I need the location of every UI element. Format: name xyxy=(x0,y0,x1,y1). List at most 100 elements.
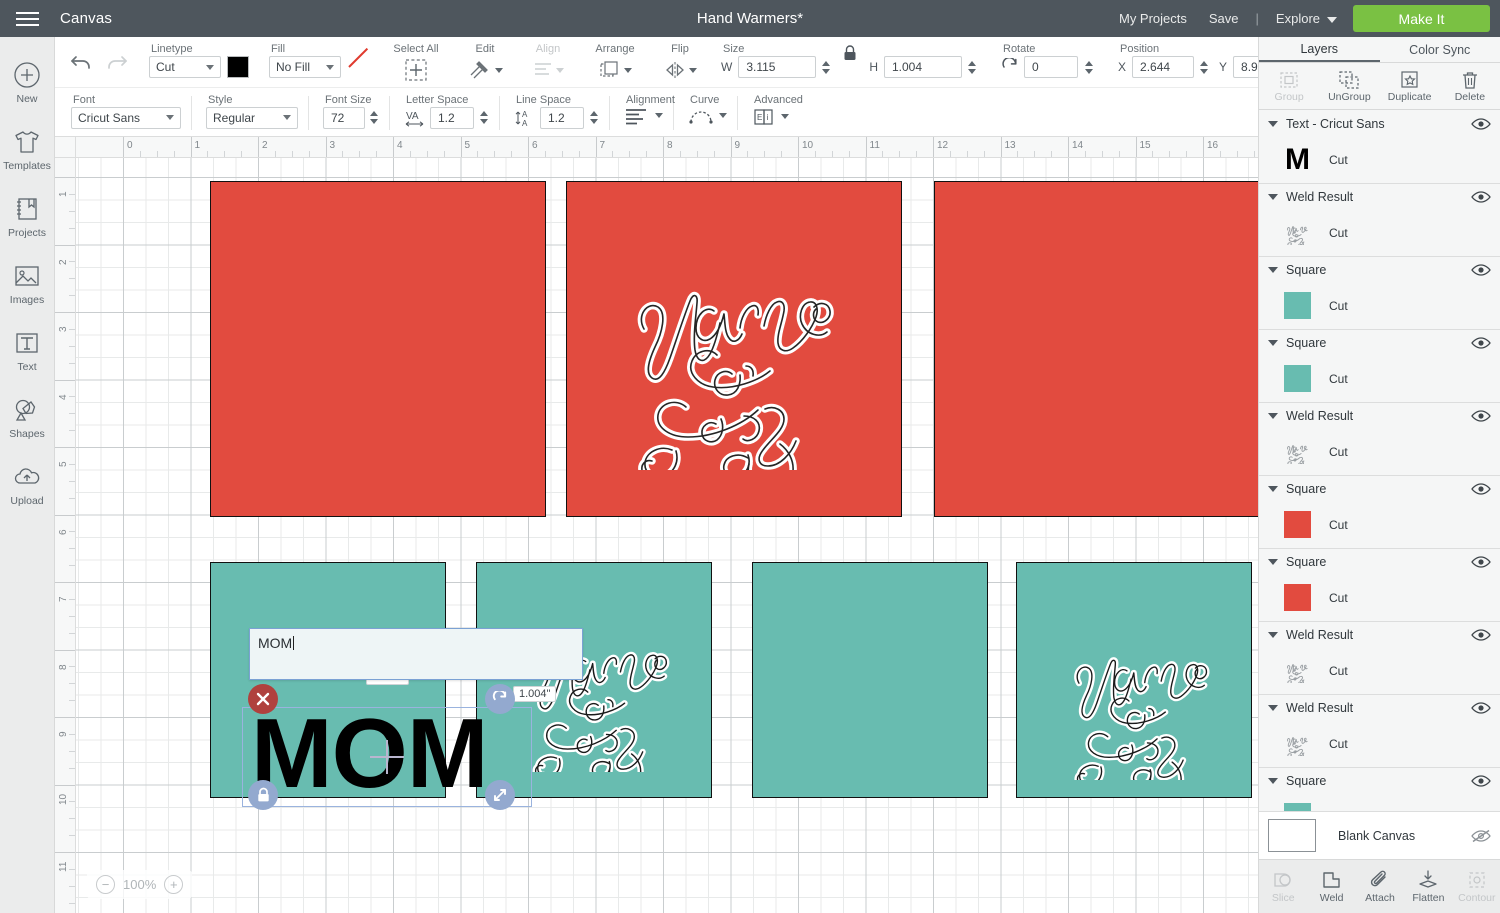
eye-visible-icon[interactable] xyxy=(1471,117,1491,131)
rotate-stepper[interactable] xyxy=(1083,60,1094,74)
text-edit-input[interactable]: MOM xyxy=(249,628,583,680)
rail-item-templates[interactable]: Templates xyxy=(0,116,55,183)
position-x-stepper[interactable] xyxy=(1198,60,1209,74)
layer-group[interactable]: Square Cut xyxy=(1259,330,1500,403)
font-size-stepper[interactable] xyxy=(368,111,379,124)
zoom-out-button[interactable]: − xyxy=(96,875,115,894)
layer-group[interactable]: Text - Cricut Sans M Cut xyxy=(1259,111,1500,184)
teal-square-3[interactable] xyxy=(752,562,988,798)
undo-icon[interactable] xyxy=(69,51,95,73)
arrange-button[interactable]: Arrange xyxy=(587,43,643,82)
ungroup-button[interactable]: UnGroup xyxy=(1319,63,1379,109)
flip-button[interactable]: Flip xyxy=(659,43,701,82)
layer-group[interactable]: Weld Result Cut xyxy=(1259,695,1500,768)
fill-select[interactable]: No Fill xyxy=(269,56,341,78)
weld-button[interactable]: Weld xyxy=(1307,860,1355,913)
blank-canvas-row[interactable]: Blank Canvas xyxy=(1259,811,1500,859)
line-space-input[interactable]: 1.2 xyxy=(540,106,584,129)
layer-row[interactable]: Cut xyxy=(1259,720,1500,767)
chevron-down-icon[interactable] xyxy=(1268,412,1278,419)
tab-layers[interactable]: Layers xyxy=(1259,37,1380,62)
layer-header[interactable]: Weld Result xyxy=(1259,695,1500,720)
layer-header[interactable]: Weld Result xyxy=(1259,403,1500,428)
font-size-input[interactable]: 72 xyxy=(323,106,365,129)
eye-visible-icon[interactable] xyxy=(1471,190,1491,204)
rotate-handle[interactable] xyxy=(485,684,515,714)
height-stepper[interactable] xyxy=(966,60,977,74)
red-square-1[interactable] xyxy=(210,181,546,517)
layer-header[interactable]: Square xyxy=(1259,549,1500,574)
eye-visible-icon[interactable] xyxy=(1471,482,1491,496)
red-square-3[interactable] xyxy=(934,181,1258,517)
group-button[interactable]: Group xyxy=(1259,63,1319,109)
chevron-down-icon[interactable] xyxy=(1268,558,1278,565)
delete-button[interactable]: Delete xyxy=(1440,63,1500,109)
height-input[interactable]: 1.004 xyxy=(884,56,962,78)
zoom-in-button[interactable]: + xyxy=(164,875,184,894)
layer-group[interactable]: Square Cut xyxy=(1259,257,1500,330)
layer-row[interactable]: Cut xyxy=(1259,209,1500,256)
tab-color-sync[interactable]: Color Sync xyxy=(1380,37,1500,62)
flatten-button[interactable]: Flatten xyxy=(1404,860,1452,913)
layer-group[interactable]: Square Cut xyxy=(1259,549,1500,622)
layer-header[interactable]: Text - Cricut Sans xyxy=(1259,111,1500,136)
layer-header[interactable]: Weld Result xyxy=(1259,184,1500,209)
layer-group[interactable]: Weld Result Cut xyxy=(1259,622,1500,695)
layer-header[interactable]: Weld Result xyxy=(1259,622,1500,647)
chevron-down-icon[interactable] xyxy=(1268,485,1278,492)
canvas-grid[interactable]: MOM 3.115" 1.004" MOM xyxy=(76,158,1258,913)
select-all-button[interactable]: Select All xyxy=(387,43,445,82)
slice-button[interactable]: Slice xyxy=(1259,860,1307,913)
duplicate-button[interactable]: Duplicate xyxy=(1380,63,1440,109)
rail-item-new[interactable]: New xyxy=(0,49,55,116)
attach-button[interactable]: Attach xyxy=(1356,860,1404,913)
eye-visible-icon[interactable] xyxy=(1471,628,1491,642)
rail-item-upload[interactable]: Upload xyxy=(0,451,55,518)
chevron-down-icon[interactable] xyxy=(1268,266,1278,273)
chevron-down-icon[interactable] xyxy=(1268,704,1278,711)
rail-item-projects[interactable]: Projects xyxy=(0,183,55,250)
delete-handle[interactable] xyxy=(248,684,278,714)
size-lock-toggle[interactable] xyxy=(835,45,865,78)
rotate-input[interactable]: 0 xyxy=(1024,56,1078,78)
make-it-button[interactable]: Make It xyxy=(1353,5,1490,32)
resize-handle[interactable] xyxy=(485,780,515,810)
layer-row[interactable]: Cut xyxy=(1259,647,1500,694)
layer-header[interactable]: Square xyxy=(1259,476,1500,501)
contour-button[interactable]: Contour xyxy=(1453,860,1500,913)
my-projects-link[interactable]: My Projects xyxy=(1108,11,1198,26)
eye-visible-icon[interactable] xyxy=(1471,701,1491,715)
chevron-down-icon[interactable] xyxy=(1268,777,1278,784)
alignment-button[interactable] xyxy=(624,107,663,125)
teal-square-4[interactable] xyxy=(1016,562,1252,798)
layers-list[interactable]: Text - Cricut Sans M Cut Weld Result Cut Squ… xyxy=(1259,111,1500,857)
eye-visible-icon[interactable] xyxy=(1471,336,1491,350)
width-stepper[interactable] xyxy=(820,60,831,74)
layer-row[interactable]: Cut xyxy=(1259,501,1500,548)
layer-row[interactable]: Cut xyxy=(1259,428,1500,475)
edit-button[interactable]: Edit xyxy=(461,43,509,82)
chevron-down-icon[interactable] xyxy=(1268,120,1278,127)
position-x-input[interactable]: 2.644 xyxy=(1132,56,1195,78)
hamburger-icon[interactable] xyxy=(0,0,54,37)
chevron-down-icon[interactable] xyxy=(1268,631,1278,638)
layer-group[interactable]: Weld Result Cut xyxy=(1259,403,1500,476)
rail-item-text[interactable]: Text xyxy=(0,317,55,384)
layer-row[interactable]: Cut xyxy=(1259,282,1500,329)
eye-visible-icon[interactable] xyxy=(1471,409,1491,423)
layer-row[interactable]: M Cut xyxy=(1259,136,1500,183)
chevron-down-icon[interactable] xyxy=(1268,193,1278,200)
layer-row[interactable]: Cut xyxy=(1259,574,1500,621)
width-input[interactable]: 3.115 xyxy=(738,56,817,78)
eye-visible-icon[interactable] xyxy=(1471,774,1491,788)
no-fill-icon[interactable] xyxy=(347,56,369,78)
linetype-select[interactable]: Cut xyxy=(149,56,221,78)
layer-row[interactable]: Cut xyxy=(1259,355,1500,402)
layer-header[interactable]: Square xyxy=(1259,257,1500,282)
rail-item-shapes[interactable]: Shapes xyxy=(0,384,55,451)
rail-item-images[interactable]: Images xyxy=(0,250,55,317)
font-select[interactable]: Cricut Sans xyxy=(71,106,181,129)
linetype-color-swatch[interactable] xyxy=(227,56,249,78)
layer-group[interactable]: Weld Result Cut xyxy=(1259,184,1500,257)
chevron-down-icon[interactable] xyxy=(1268,339,1278,346)
